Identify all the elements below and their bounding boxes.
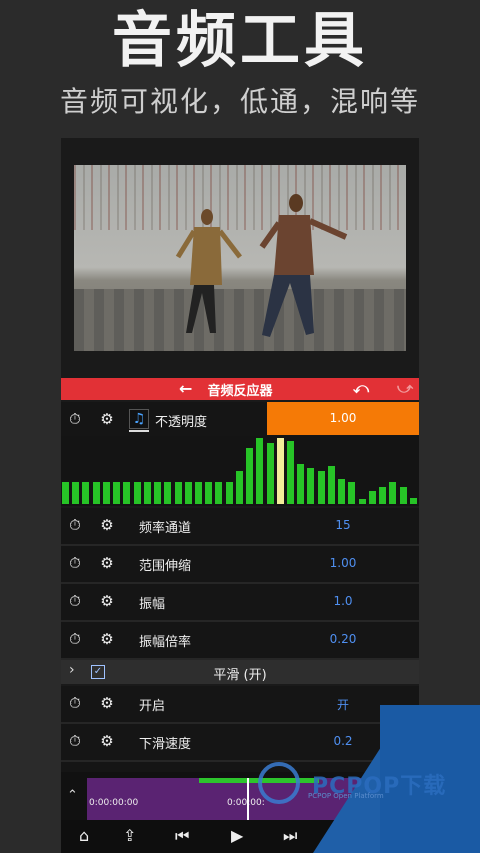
params-row[interactable]: ⏱ ⚙ 范围伸缩 1.00 xyxy=(61,546,419,584)
opacity-row[interactable]: ⏱ ⚙ ♫ 不透明度 1.00 xyxy=(61,402,419,440)
spectrum-bar xyxy=(174,482,182,504)
spectrum-bar xyxy=(194,482,202,504)
stopwatch-icon[interactable]: ⏱ xyxy=(66,554,84,572)
spectrum-bar xyxy=(205,482,213,504)
params-row[interactable]: ⏱ ⚙ 频率通道 15 xyxy=(61,508,419,546)
spectrum-bar xyxy=(246,448,254,504)
spectrum-bar xyxy=(348,482,356,504)
spectrum-bar xyxy=(62,482,69,504)
spectrum-bar xyxy=(184,482,192,504)
spectrum-bar xyxy=(379,487,387,504)
spectrum-bar xyxy=(102,482,110,504)
gear-icon[interactable]: ⚙ xyxy=(98,554,116,572)
param-label: 开启 xyxy=(139,699,166,714)
gear-icon[interactable]: ⚙ xyxy=(98,732,116,750)
smooth-section-header[interactable]: › ✓ 平滑 (开) xyxy=(61,660,419,684)
effect-header: ← 音频反应器 ⤺ ⤻ xyxy=(61,378,419,400)
gear-icon[interactable]: ⚙ xyxy=(98,516,116,534)
spectrum-bar xyxy=(256,438,264,504)
hero-title: 音频工具 xyxy=(112,6,368,76)
timeline-time: 0:00:00:00 xyxy=(89,798,139,808)
spectrum-bar xyxy=(287,441,295,504)
video-preview[interactable] xyxy=(74,165,406,351)
home-icon[interactable]: ⌂ xyxy=(79,826,89,845)
note-underline xyxy=(129,430,149,432)
param-value[interactable]: 15 xyxy=(301,518,385,532)
spectrum-bar xyxy=(327,466,335,504)
timeline-time: 0:00:00: xyxy=(227,798,265,808)
spectrum-bar xyxy=(164,482,172,504)
effect-title: 音频反应器 xyxy=(207,383,273,399)
gear-icon[interactable]: ⚙ xyxy=(98,592,116,610)
back-arrow-icon[interactable]: ← xyxy=(179,379,192,398)
playhead[interactable] xyxy=(247,778,249,820)
param-value[interactable]: 1.0 xyxy=(301,594,385,608)
stopwatch-icon[interactable]: ⏱ xyxy=(66,732,84,750)
spectrum-bar xyxy=(215,482,223,504)
previous-icon[interactable]: ⏮ xyxy=(175,826,189,846)
param-label: 振幅倍率 xyxy=(139,635,192,650)
spectrum-bar xyxy=(92,482,100,504)
spectrum-bar xyxy=(154,482,162,504)
spectrum-bar xyxy=(143,482,151,504)
spectrum-bar xyxy=(399,487,407,504)
music-note-icon[interactable]: ♫ xyxy=(129,409,149,429)
play-icon[interactable]: ▶ xyxy=(231,826,243,845)
watermark-subtext: PCPOP Open Platform xyxy=(308,792,384,800)
spectrum-bar xyxy=(307,468,315,504)
param-label: 范围伸缩 xyxy=(139,559,192,574)
opacity-label: 不透明度 xyxy=(155,415,208,430)
param-label: 下滑速度 xyxy=(139,737,192,752)
dancers-illustration xyxy=(175,194,348,337)
undo-icon[interactable]: ⤺ xyxy=(353,379,369,397)
spectrum-bar xyxy=(225,482,233,504)
spectrum-bar xyxy=(368,491,376,504)
stopwatch-icon[interactable]: ⏱ xyxy=(66,630,84,648)
audio-spectrum xyxy=(61,436,419,506)
gear-icon[interactable]: ⚙ xyxy=(98,694,116,712)
spectrum-bar xyxy=(113,482,121,504)
hero-subtitle: 音频可视化，低通，混响等 xyxy=(59,85,420,118)
param-label: 振幅 xyxy=(139,597,166,612)
spectrum-bar xyxy=(266,443,274,504)
params-row[interactable]: ⏱ ⚙ 振幅倍率 0.20 xyxy=(61,622,419,660)
spectrum-bar xyxy=(133,482,141,504)
stopwatch-icon[interactable]: ⏱ xyxy=(66,516,84,534)
stopwatch-icon[interactable]: ⏱ xyxy=(66,694,84,712)
spectrum-bar xyxy=(409,498,417,504)
spectrum-bar xyxy=(72,482,80,504)
spectrum-bar xyxy=(235,471,243,504)
next-icon[interactable]: ⏭ xyxy=(283,826,297,846)
gear-icon[interactable]: ⚙ xyxy=(98,410,116,428)
share-icon[interactable]: ⇪ xyxy=(123,826,136,845)
gear-icon[interactable]: ⚙ xyxy=(98,630,116,648)
param-value[interactable]: 0.20 xyxy=(301,632,385,646)
chevron-up-icon[interactable]: ⌃ xyxy=(67,788,78,803)
spectrum-bar xyxy=(276,438,284,504)
spectrum-bar xyxy=(338,479,346,504)
spectrum-bar xyxy=(389,482,397,504)
watermark-logo-icon xyxy=(258,762,300,804)
param-label: 频率通道 xyxy=(139,521,192,536)
spectrum-bar xyxy=(317,471,325,504)
stopwatch-icon[interactable]: ⏱ xyxy=(66,592,84,610)
spectrum-bar xyxy=(358,499,366,504)
spectrum-bar xyxy=(82,482,90,504)
opacity-value: 1.00 xyxy=(329,411,357,425)
spectrum-bar xyxy=(123,482,131,504)
param-value[interactable]: 1.00 xyxy=(301,556,385,570)
redo-icon[interactable]: ⤻ xyxy=(397,379,413,397)
smooth-title: 平滑 (开) xyxy=(213,668,267,683)
params-row[interactable]: ⏱ ⚙ 振幅 1.0 xyxy=(61,584,419,622)
spectrum-bar xyxy=(297,464,305,504)
stopwatch-icon[interactable]: ⏱ xyxy=(66,410,84,428)
